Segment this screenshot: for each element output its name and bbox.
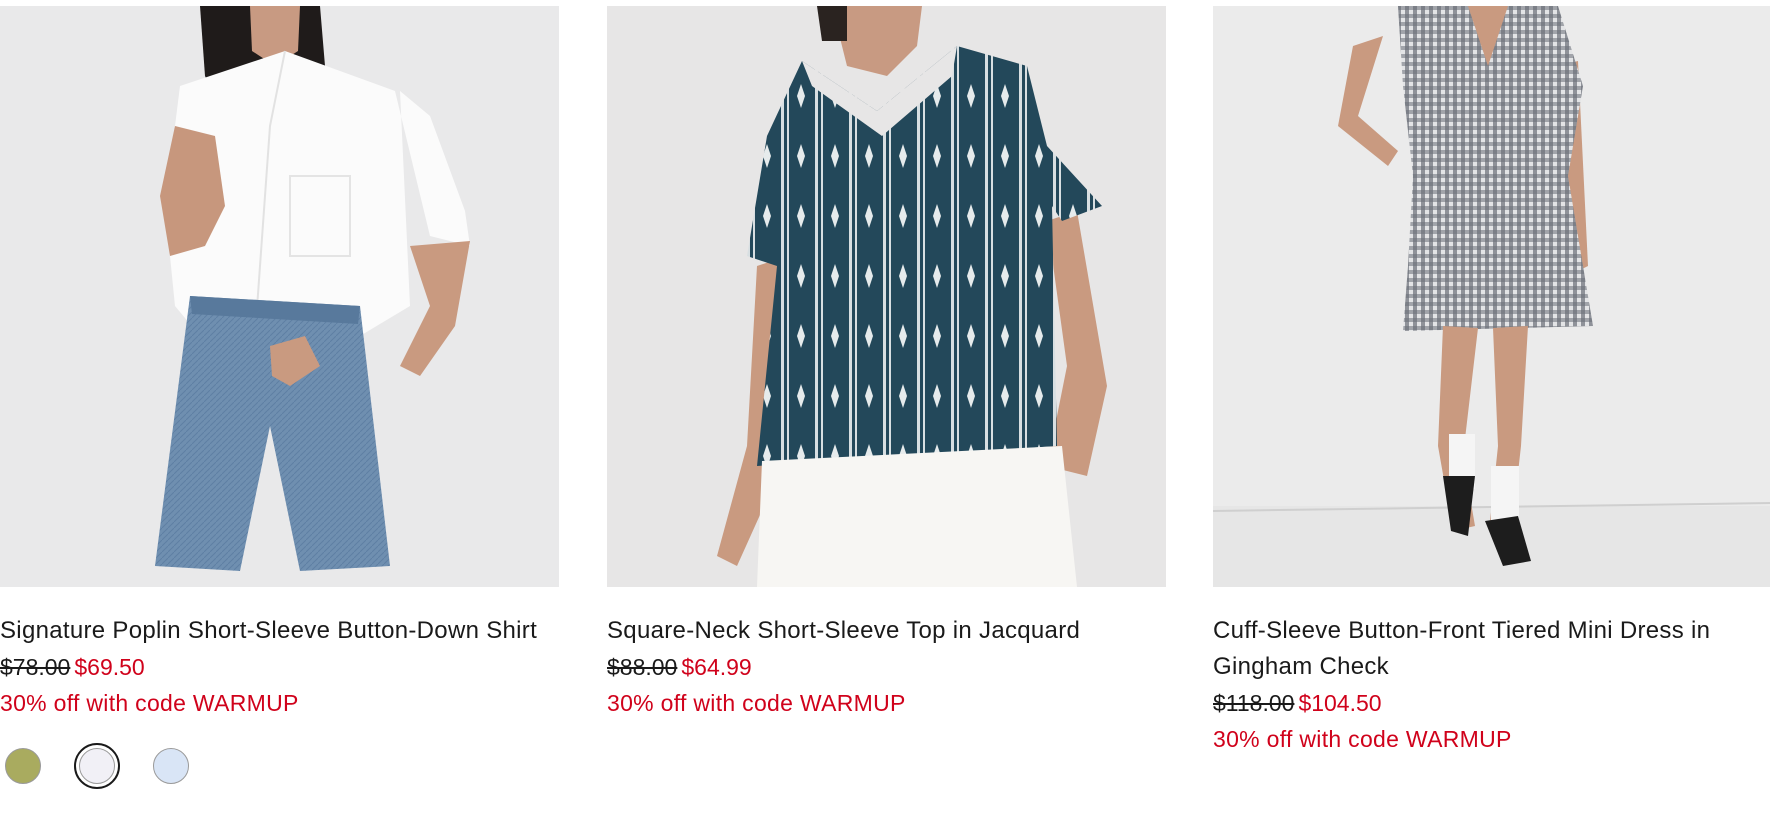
sale-price: $64.99 — [681, 654, 752, 680]
price-row: $118.00 $104.50 — [1213, 685, 1770, 721]
product-name[interactable]: Cuff-Sleeve Button-Front Tiered Mini Dre… — [1213, 613, 1770, 685]
product-image-jacquard-top[interactable] — [607, 6, 1166, 587]
product-image-poplin-shirt[interactable] — [0, 6, 559, 587]
product-card: Cuff-Sleeve Button-Front Tiered Mini Dre… — [1213, 6, 1770, 757]
original-price: $118.00 — [1213, 690, 1295, 716]
original-price: $78.00 — [0, 654, 71, 680]
product-card: Square-Neck Short-Sleeve Top in Jacquard… — [607, 6, 1166, 721]
color-swatches — [0, 743, 559, 789]
promo-text: 30% off with code WARMUP — [1213, 726, 1512, 752]
sale-price: $69.50 — [74, 654, 145, 680]
price-row: $88.00 $64.99 — [607, 649, 1166, 685]
promo-text: 30% off with code WARMUP — [607, 690, 906, 716]
product-name[interactable]: Square-Neck Short-Sleeve Top in Jacquard — [607, 613, 1166, 649]
original-price: $88.00 — [607, 654, 678, 680]
product-image-gingham-dress[interactable] — [1213, 6, 1770, 587]
sale-price: $104.50 — [1298, 690, 1382, 716]
product-grid: Signature Poplin Short-Sleeve Button-Dow… — [0, 0, 1770, 834]
color-swatch-olive[interactable] — [0, 743, 46, 789]
promo-text: 30% off with code WARMUP — [0, 690, 299, 716]
product-card: Signature Poplin Short-Sleeve Button-Dow… — [0, 6, 559, 789]
color-swatch-white-selected[interactable] — [74, 743, 120, 789]
color-swatch-light-blue[interactable] — [148, 743, 194, 789]
product-name[interactable]: Signature Poplin Short-Sleeve Button-Dow… — [0, 613, 559, 649]
price-row: $78.00 $69.50 — [0, 649, 559, 685]
